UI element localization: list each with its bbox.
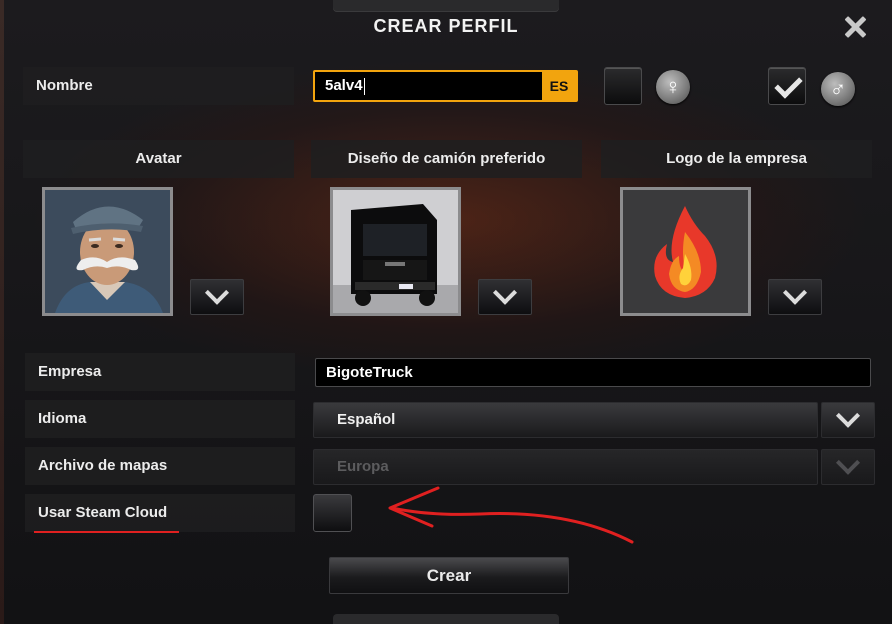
language-select[interactable]: Español xyxy=(313,402,818,438)
company-logo-image[interactable] xyxy=(620,187,751,316)
language-badge[interactable]: ES xyxy=(542,72,576,100)
avatar-header: Avatar xyxy=(23,140,294,178)
create-button[interactable]: Crear xyxy=(329,557,569,594)
chevron-down-icon xyxy=(492,280,518,305)
close-icon[interactable] xyxy=(842,14,868,40)
chevron-down-icon xyxy=(782,280,808,305)
text-caret xyxy=(363,77,365,95)
name-input-value: 5alv4 xyxy=(325,77,365,95)
bottom-notch xyxy=(333,614,559,624)
company-logo-header: Logo de la empresa xyxy=(601,140,872,178)
name-label: Nombre xyxy=(23,67,294,105)
annotation-arrow-icon xyxy=(388,486,634,544)
map-file-dropdown-button xyxy=(821,449,875,485)
checkmark-icon xyxy=(774,70,803,99)
avatar-dropdown-button[interactable] xyxy=(190,279,244,315)
steam-cloud-label: Usar Steam Cloud xyxy=(25,494,295,532)
female-checkbox[interactable] xyxy=(604,67,642,105)
truck-image[interactable] xyxy=(330,187,461,316)
company-label: Empresa xyxy=(25,353,295,391)
chevron-down-icon xyxy=(204,280,230,305)
name-input[interactable]: 5alv4 ES xyxy=(313,70,578,102)
female-icon: ♀ xyxy=(656,70,690,104)
language-label: Idioma xyxy=(25,400,295,438)
annotation-underline xyxy=(34,531,179,533)
chevron-down-icon xyxy=(835,403,861,428)
top-notch xyxy=(333,0,559,12)
truck-dropdown-button[interactable] xyxy=(478,279,532,315)
truck-design-header: Diseño de camión preferido xyxy=(311,140,582,178)
avatar-image[interactable] xyxy=(42,187,173,316)
company-input[interactable]: BigoteTruck xyxy=(315,358,871,387)
male-icon: ♂ xyxy=(821,72,855,106)
logo-dropdown-button[interactable] xyxy=(768,279,822,315)
map-file-label: Archivo de mapas xyxy=(25,447,295,485)
language-dropdown-button[interactable] xyxy=(821,402,875,438)
steam-cloud-checkbox[interactable] xyxy=(313,494,352,532)
male-checkbox[interactable] xyxy=(768,67,806,105)
window-edge xyxy=(0,0,4,624)
dialog-title: CREAR PERFIL xyxy=(373,16,519,36)
chevron-down-icon xyxy=(835,450,861,475)
